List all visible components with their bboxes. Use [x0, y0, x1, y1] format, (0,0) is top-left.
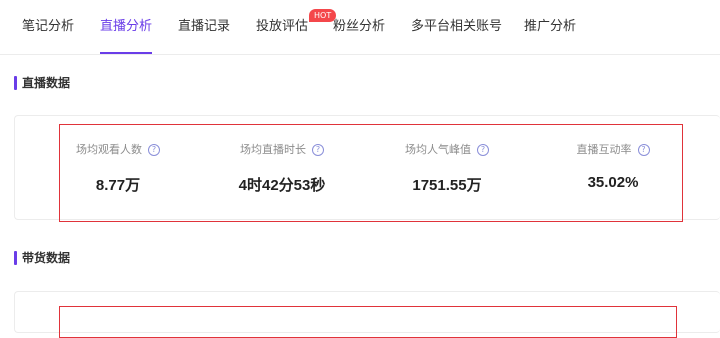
metric-label-text: 场均观看人数 [76, 143, 142, 156]
tab-multi-platform-accounts[interactable]: 多平台相关账号 [411, 0, 502, 54]
sales-data-section-title: 带货数据 [14, 251, 70, 265]
metric-label-text: 场均人气峰值 [405, 143, 471, 156]
metric-interaction-rate: 直播互动率 ? 35.02% [538, 138, 688, 191]
metric-label: 场均直播时长 ? [240, 142, 324, 158]
metric-avg-peak-popularity: 场均人气峰值 ? 1751.55万 [372, 138, 522, 195]
question-circle-icon[interactable]: ? [148, 144, 160, 156]
analysis-tab-bar: 笔记分析 直播分析 直播记录 投放评估 粉丝分析 多平台相关账号 推广分析 HO… [0, 0, 720, 55]
tab-live-analysis[interactable]: 直播分析 [100, 0, 153, 54]
hot-badge: HOT [309, 9, 337, 22]
metric-label-text: 场均直播时长 [240, 143, 306, 156]
tab-live-records[interactable]: 直播记录 [178, 0, 230, 54]
question-circle-icon[interactable]: ? [637, 144, 650, 156]
metric-label: 场均观看人数 ? [76, 142, 160, 158]
live-data-section-title: 直播数据 [14, 76, 70, 90]
tab-fan-analysis[interactable]: 粉丝分析 [333, 0, 385, 54]
metric-value: 4时42分53秒 [238, 177, 326, 194]
tab-note-analysis[interactable]: 笔记分析 [22, 0, 74, 54]
tab-promotion-analysis[interactable]: 推广分析 [524, 0, 576, 54]
metric-value: 35.02% [587, 174, 639, 191]
question-circle-icon[interactable]: ? [477, 144, 489, 156]
metric-avg-viewers: 场均观看人数 ? 8.77万 [43, 138, 193, 195]
question-circle-icon[interactable]: ? [312, 144, 324, 156]
tab-ad-evaluation[interactable]: 投放评估 [256, 0, 308, 54]
metric-label-text: 直播互动率 [576, 143, 632, 156]
metric-avg-duration: 场均直播时长 ? 4时42分53秒 [207, 138, 357, 195]
sales-data-highlight-box [59, 306, 677, 338]
metric-value: 8.77万 [95, 177, 141, 194]
metric-label: 场均人气峰值 ? [405, 142, 489, 158]
metric-label: 直播互动率 ? [577, 142, 650, 158]
metric-value: 1751.55万 [412, 177, 482, 194]
